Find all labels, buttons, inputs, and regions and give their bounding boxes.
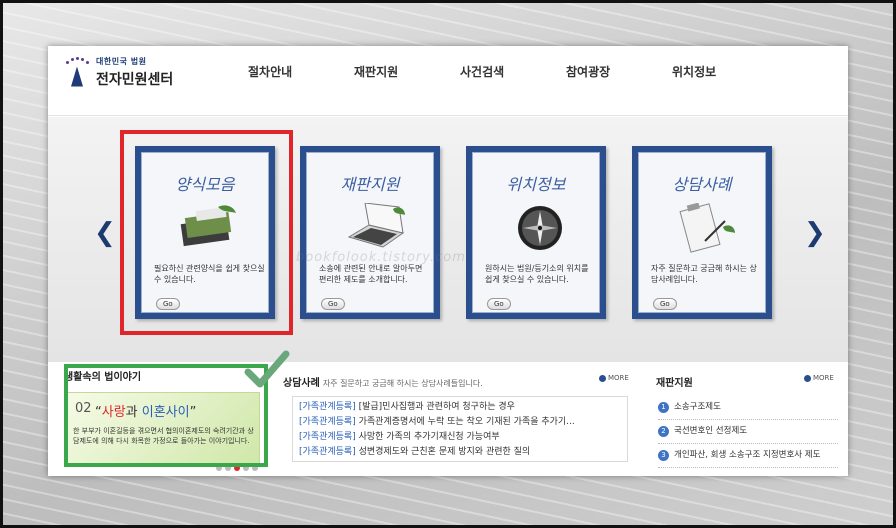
- image-border: [0, 0, 896, 528]
